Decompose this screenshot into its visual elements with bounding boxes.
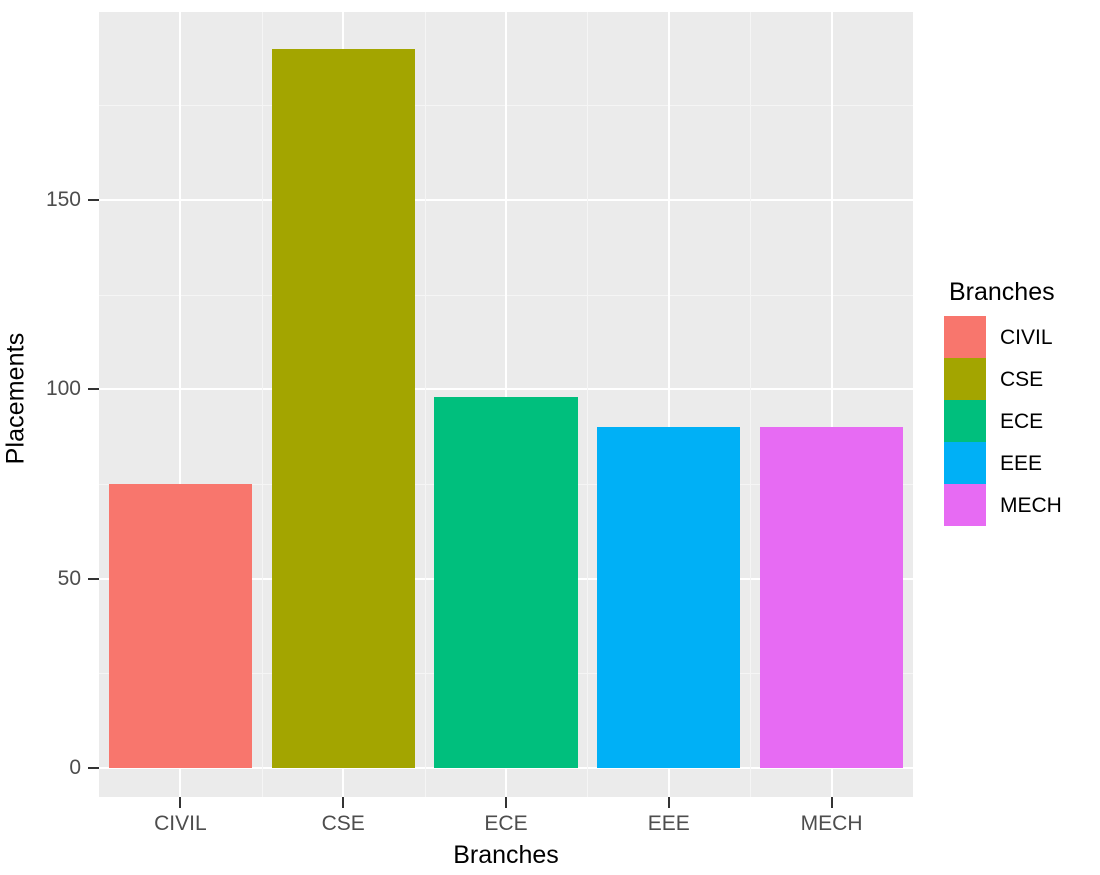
legend-title: Branches — [949, 278, 1055, 306]
legend-item-label: MECH — [1000, 493, 1062, 517]
x-tick-mark — [179, 797, 182, 808]
x-tick-label: CSE — [321, 812, 365, 835]
legend-item-label: EEE — [1000, 451, 1043, 475]
legend-key-swatch — [944, 484, 986, 526]
y-axis-title-text: Placements — [1, 332, 30, 465]
bar[interactable] — [759, 427, 904, 768]
x-axis-title: Branches — [99, 841, 913, 870]
y-tick-label: 0 — [69, 756, 81, 779]
x-axis-title-text: Branches — [453, 841, 559, 869]
bar[interactable] — [434, 396, 578, 768]
legend-item[interactable]: CSE — [944, 358, 1062, 400]
y-tick-mark — [88, 388, 99, 391]
legend: Branches CIVIL CSE ECE EEE MECH — [944, 278, 1062, 526]
y-tick-label: 100 — [45, 377, 81, 401]
x-tick-mark — [342, 797, 345, 808]
y-tick-label: 50 — [57, 566, 81, 590]
legend-item[interactable]: ECE — [944, 400, 1062, 442]
gridline-minor-x — [750, 12, 752, 797]
legend-item-label: CIVIL — [1000, 325, 1053, 349]
gridline-minor-x — [424, 12, 426, 797]
gridline-minor-x — [587, 12, 589, 797]
plot-panel — [99, 12, 913, 797]
x-tick-mark — [830, 797, 833, 808]
y-tick-mark — [88, 577, 99, 580]
x-tick-label: ECE — [484, 812, 528, 835]
bar[interactable] — [271, 48, 415, 768]
y-tick-mark — [88, 767, 99, 769]
bar-chart: Placements 0 50 100 150 CIVIL CSE ECE EEE MECH … — [0, 0, 1100, 875]
x-tick-label: MECH — [800, 812, 863, 835]
x-tick-mark — [505, 797, 507, 808]
y-tick-mark — [88, 199, 99, 201]
gridline-minor-x — [261, 12, 263, 797]
x-tick-mark — [667, 797, 670, 808]
y-tick-label: 150 — [45, 188, 81, 211]
legend-item[interactable]: CIVIL — [944, 316, 1062, 358]
legend-key-swatch — [944, 400, 986, 442]
legend-item[interactable]: MECH — [944, 484, 1062, 526]
bar[interactable] — [108, 484, 253, 768]
y-axis-title: Placements — [0, 0, 32, 797]
legend-key-swatch — [944, 316, 986, 358]
x-tick-label: EEE — [647, 812, 690, 835]
legend-items: CIVIL CSE ECE EEE MECH — [944, 316, 1062, 526]
legend-key-swatch — [944, 442, 986, 484]
legend-item-label: CSE — [1000, 367, 1044, 391]
legend-item-label: ECE — [1000, 409, 1044, 433]
x-tick-label: CIVIL — [154, 812, 207, 835]
legend-item[interactable]: EEE — [944, 442, 1062, 484]
legend-key-swatch — [944, 358, 986, 400]
bar[interactable] — [597, 427, 741, 768]
